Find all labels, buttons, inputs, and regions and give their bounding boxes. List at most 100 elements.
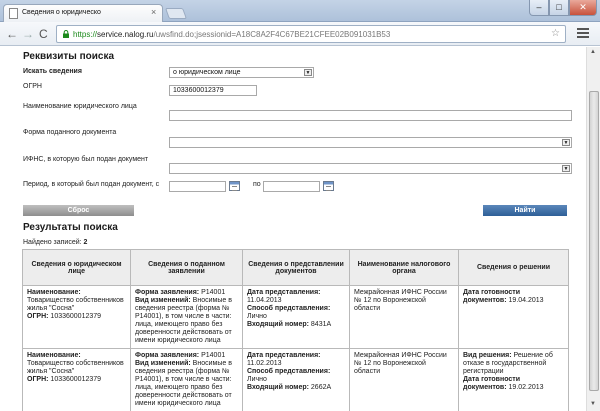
- page-viewport: Реквизиты поиска Искать сведения о юриди…: [0, 47, 586, 411]
- company-ogrn: 1033600012379: [50, 313, 102, 320]
- submission-method: Лично: [247, 376, 267, 383]
- cell-label: Вид решения:: [463, 352, 512, 359]
- browser-tab[interactable]: Сведения о юридическо ×: [3, 4, 163, 22]
- application-cell: Форма заявления: Р14001 Вид изменений: В…: [130, 348, 243, 411]
- column-header: Сведения о представлении документов: [242, 249, 350, 286]
- calendar-icon[interactable]: [323, 181, 334, 191]
- reset-button[interactable]: Сброс: [23, 205, 134, 216]
- url-host: service.nalog.ru: [97, 30, 154, 39]
- company-name: Товарищество собственников жилья "Сосна": [27, 297, 124, 312]
- tab-close-icon[interactable]: ×: [151, 7, 156, 17]
- search-for-label: Искать сведения: [23, 68, 82, 75]
- results-table: Сведения о юридическом лице Сведения о п…: [22, 249, 569, 411]
- calendar-icon[interactable]: [229, 181, 240, 191]
- submission-date: 11.02.2013: [247, 360, 282, 367]
- cell-label: Форма заявления:: [135, 289, 200, 296]
- search-for-select[interactable]: о юридическом лице ▼: [169, 67, 314, 78]
- company-cell: Наименование: Товарищество собственников…: [22, 348, 131, 411]
- decision-cell: Вид решения: Решение об отказе в государ…: [458, 348, 569, 411]
- company-name-input[interactable]: [169, 110, 572, 121]
- incoming-number: 2662А: [310, 384, 332, 391]
- vertical-scrollbar[interactable]: ▲ ▼: [586, 47, 600, 411]
- page-icon: [9, 8, 18, 19]
- cell-label: Входящий номер:: [247, 384, 309, 391]
- incoming-number: 8431А: [310, 321, 332, 328]
- form-value: Р14001: [201, 289, 226, 296]
- period-from-input[interactable]: [169, 181, 226, 192]
- submission-cell: Дата представления: 11.04.2013 Способ пр…: [242, 285, 350, 349]
- table-row: Наименование: Товарищество собственников…: [22, 285, 569, 349]
- company-name: Товарищество собственников жилья "Сосна": [27, 360, 124, 375]
- found-count-value: 2: [83, 239, 88, 246]
- results-section-title: Результаты поиска: [23, 222, 118, 233]
- company-cell: Наименование: Товарищество собственников…: [22, 285, 131, 349]
- document-form-label: Форма поданного документа: [23, 129, 117, 136]
- url-text: https://service.nalog.ru/uwsfind.do;jses…: [73, 30, 390, 39]
- back-icon[interactable]: ←: [6, 27, 18, 41]
- cell-label: Вид изменений:: [135, 297, 191, 304]
- table-header-row: Сведения о юридическом лице Сведения о п…: [22, 249, 569, 286]
- cell-label: Дата представления:: [247, 289, 321, 296]
- authority-cell: Межрайонная ИФНС России № 12 по Воронежс…: [349, 348, 459, 411]
- cell-label: Наименование:: [27, 289, 81, 296]
- column-header: Наименование налогового органа: [349, 249, 459, 286]
- tab-strip: Сведения о юридическо × – □ ✕: [0, 0, 600, 22]
- ogrn-input[interactable]: 1033600012379: [169, 85, 257, 96]
- change-value: Вносимые в сведения реестра (форма № Р14…: [135, 360, 232, 407]
- menu-icon[interactable]: [577, 28, 589, 39]
- scroll-up-icon[interactable]: ▲: [590, 49, 596, 55]
- chevron-down-icon: ▼: [562, 139, 570, 146]
- ifns-select[interactable]: ▼: [169, 163, 572, 174]
- form-value: Р14001: [201, 352, 226, 359]
- found-label: Найдено записей:: [23, 239, 82, 246]
- ready-date: 19.04.2013: [508, 297, 544, 304]
- document-form-select[interactable]: ▼: [169, 137, 572, 148]
- cell-label: Форма заявления:: [135, 352, 200, 359]
- forward-icon[interactable]: →: [22, 27, 34, 41]
- submission-cell: Дата представления: 11.02.2013 Способ пр…: [242, 348, 350, 411]
- application-cell: Форма заявления: Р14001 Вид изменений: В…: [130, 285, 243, 349]
- submission-method: Лично: [247, 313, 267, 320]
- cell-label: Способ представления:: [247, 305, 331, 312]
- cell-label: ОГРН:: [27, 313, 49, 320]
- column-header: Сведения о юридическом лице: [22, 249, 131, 286]
- cell-label: Способ представления:: [247, 368, 331, 375]
- close-window-button[interactable]: ✕: [569, 0, 597, 16]
- cell-label: Дата представления:: [247, 352, 321, 359]
- chevron-down-icon: ▼: [562, 165, 570, 172]
- cell-label: Вид изменений:: [135, 360, 191, 367]
- ifns-label: ИФНС, в которую был подан документ: [23, 156, 149, 163]
- scrollbar-thumb[interactable]: [589, 91, 599, 391]
- ogrn-label: ОГРН: [23, 83, 42, 90]
- column-header: Сведения о поданном заявлении: [130, 249, 243, 286]
- change-value: Вносимые в сведения реестра (форма № Р14…: [135, 297, 232, 344]
- address-bar[interactable]: https://service.nalog.ru/uwsfind.do;jses…: [56, 25, 566, 43]
- reload-icon[interactable]: C: [39, 27, 48, 41]
- cell-label: Входящий номер:: [247, 321, 309, 328]
- bookmark-star-icon[interactable]: ☆: [551, 28, 560, 39]
- lock-icon: [63, 30, 69, 38]
- chevron-down-icon: ▼: [304, 69, 312, 76]
- found-count: Найдено записей: 2: [23, 239, 87, 246]
- url-path: /uwsfind.do;jsessionid=A18C8A2F4C67BE21C…: [153, 30, 391, 39]
- submission-date: 11.04.2013: [247, 297, 282, 304]
- minimize-button[interactable]: –: [529, 0, 549, 16]
- authority-cell: Межрайонная ИФНС России № 12 по Воронежс…: [349, 285, 459, 349]
- ready-date: 19.02.2013: [508, 384, 544, 391]
- decision-cell: Дата готовности документов: 19.04.2013: [458, 285, 569, 349]
- period-to-input[interactable]: [263, 181, 320, 192]
- maximize-button[interactable]: □: [549, 0, 569, 16]
- company-ogrn: 1033600012379: [50, 376, 102, 383]
- column-header: Сведения о решении: [458, 249, 569, 286]
- period-to-label: по: [253, 181, 261, 188]
- search-section-title: Реквизиты поиска: [23, 51, 115, 62]
- find-button[interactable]: Найти: [483, 205, 567, 216]
- cell-label: ОГРН:: [27, 376, 49, 383]
- tab-title: Сведения о юридическо: [22, 9, 101, 16]
- new-tab-button[interactable]: [164, 8, 188, 19]
- url-scheme: https://: [73, 30, 98, 39]
- cell-label: Наименование:: [27, 352, 81, 359]
- period-from-label: Период, в который был подан документ, с: [23, 181, 160, 188]
- table-row: Наименование: Товарищество собственников…: [22, 348, 569, 411]
- scroll-down-icon[interactable]: ▼: [590, 401, 596, 407]
